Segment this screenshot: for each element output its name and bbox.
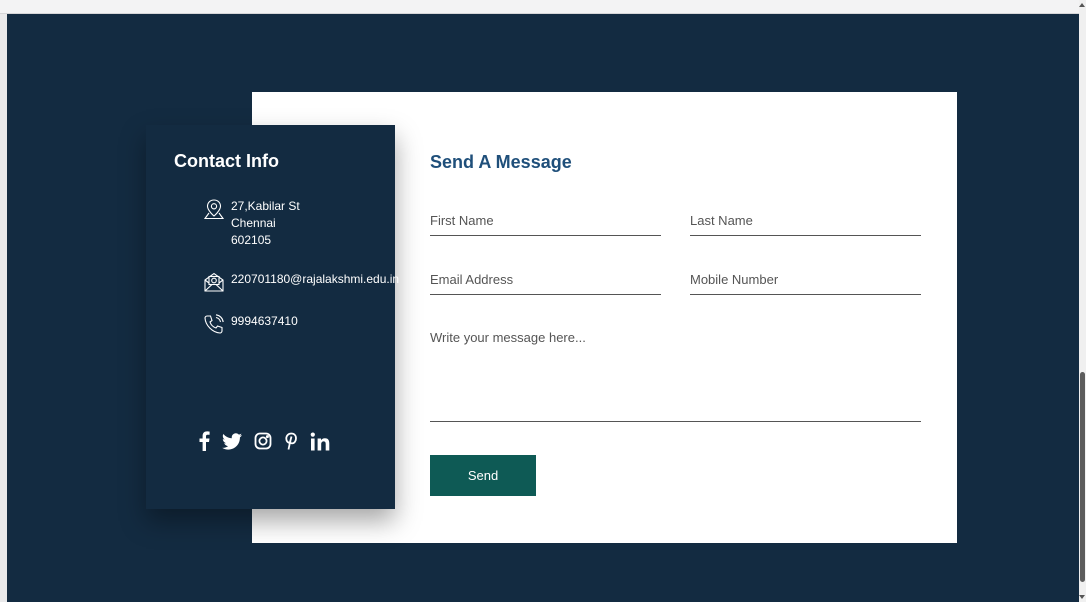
email-row: 220701180@rajalakshmi.edu.in xyxy=(203,271,399,293)
first-name-input[interactable] xyxy=(430,205,661,236)
send-button[interactable]: Send xyxy=(430,455,536,496)
social-links xyxy=(198,431,344,451)
address-line3: 602105 xyxy=(231,233,272,247)
scroll-up-arrow-icon[interactable] xyxy=(1079,3,1085,7)
address-line1: 27,Kabilar St xyxy=(231,199,300,213)
pinterest-icon[interactable] xyxy=(284,432,298,451)
facebook-icon[interactable] xyxy=(198,431,210,451)
instagram-icon[interactable] xyxy=(254,432,272,450)
address-text: 27,Kabilar St Chennai 602105 xyxy=(231,198,300,249)
location-pin-icon xyxy=(203,198,225,220)
address-line2: Chennai xyxy=(231,216,276,230)
contact-info-card: Contact Info 27,Kabilar St Chennai 60210… xyxy=(146,125,399,509)
linkedin-icon[interactable] xyxy=(310,432,332,451)
phone-row: 9994637410 xyxy=(203,313,298,335)
message-textarea[interactable] xyxy=(430,330,921,422)
vertical-scrollbar[interactable] xyxy=(1079,0,1086,602)
browser-top-strip xyxy=(0,0,1086,14)
contact-info-title: Contact Info xyxy=(174,151,279,171)
scroll-down-arrow-icon[interactable] xyxy=(1079,595,1085,599)
twitter-icon[interactable] xyxy=(222,432,242,450)
email-text: 220701180@rajalakshmi.edu.in xyxy=(231,272,400,286)
mail-icon xyxy=(203,271,225,293)
phone-text: 9994637410 xyxy=(231,314,298,328)
phone-icon xyxy=(203,313,225,335)
last-name-input[interactable] xyxy=(690,205,921,236)
email-input[interactable] xyxy=(430,264,661,295)
address-row: 27,Kabilar St Chennai 602105 xyxy=(203,198,300,249)
mobile-input[interactable] xyxy=(690,264,921,295)
scroll-thumb[interactable] xyxy=(1080,372,1085,582)
send-message-title: Send A Message xyxy=(430,152,572,172)
